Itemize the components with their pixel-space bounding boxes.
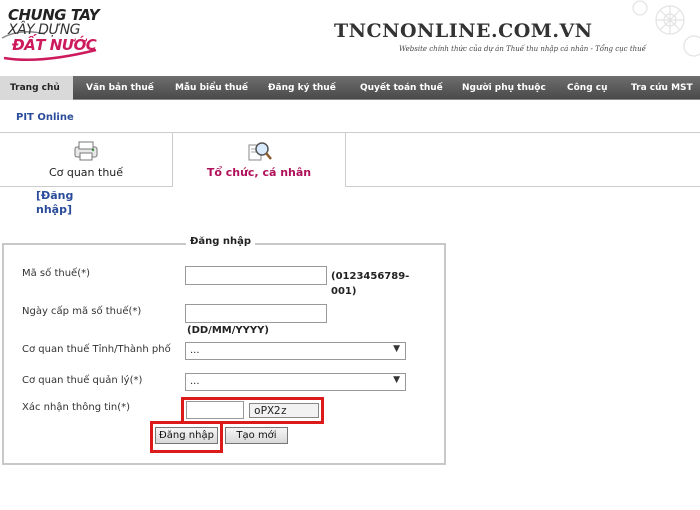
nav-item-tax-registration[interactable]: Đăng ký thuế (268, 76, 336, 100)
login-link[interactable]: [Đăng nhập] (36, 189, 86, 217)
province-tax-office-label: Cơ quan thuế Tỉnh/Thành phố (22, 344, 171, 355)
main-nav: Trang chủ Văn bản thuế Mẫu biểu thuế Đăn… (0, 76, 700, 100)
nav-item-dependents[interactable]: Người phụ thuộc (462, 76, 546, 100)
portal-tabs: Cơ quan thuế Tổ chức, cá nhân (0, 133, 700, 187)
managing-tax-office-value: ... (190, 376, 200, 387)
province-tax-office-value: ... (190, 345, 200, 356)
nav-item-tax-code-lookup[interactable]: Tra cứu MST (631, 76, 693, 100)
tax-code-input[interactable] (185, 266, 327, 285)
login-form-legend: Đăng nhập (186, 236, 256, 247)
captcha-label: Xác nhận thông tin(*) (22, 402, 131, 413)
flower-decoration-icon (632, 0, 700, 57)
managing-tax-office-select[interactable]: ... ▼ (185, 373, 406, 391)
login-button[interactable]: Đăng nhập (155, 427, 218, 444)
province-tax-office-select[interactable]: ... ▼ (185, 342, 406, 360)
organization-search-icon (248, 142, 272, 161)
issue-date-hint: (DD/MM/YYYY) (187, 325, 269, 336)
tab-organization-individual[interactable]: Tổ chức, cá nhân (172, 133, 346, 187)
reset-button[interactable]: Tạo mới (225, 427, 288, 444)
tab-tax-office[interactable]: Cơ quan thuế (0, 133, 172, 186)
nav-item-tax-forms[interactable]: Mẫu biểu thuế (175, 76, 248, 100)
tax-office-icon (74, 141, 98, 161)
nav-item-tax-documents[interactable]: Văn bản thuế (86, 76, 154, 100)
captcha-input[interactable] (186, 401, 244, 419)
captcha-code: oPX2z (249, 403, 319, 418)
managing-tax-office-label: Cơ quan thuế quản lý(*) (22, 375, 143, 386)
nav-item-home[interactable]: Trang chủ (0, 76, 73, 100)
nav-item-tools[interactable]: Công cụ (567, 76, 608, 100)
tax-code-hint: (0123456789-001) (331, 271, 410, 297)
dropdown-arrow-icon: ▼ (393, 375, 400, 385)
logo-line-3: ĐẤT NƯỚC (12, 36, 97, 54)
tab-organization-individual-label: Tổ chức, cá nhân (206, 166, 312, 179)
nav-item-tax-finalization[interactable]: Quyết toán thuế (360, 76, 443, 100)
breadcrumb-bar: PIT Online (0, 100, 700, 133)
tab-tax-office-label: Cơ quan thuế (48, 166, 124, 179)
site-subtitle: Website chính thức của dự án Thuế thu nh… (399, 45, 646, 53)
issue-date-input[interactable] (185, 304, 327, 323)
logo[interactable]: CHUNG TAY XÂY DỰNG ĐẤT NƯỚC (0, 4, 100, 66)
site-header: CHUNG TAY XÂY DỰNG ĐẤT NƯỚC TNCNONLINE.C… (0, 0, 700, 76)
dropdown-arrow-icon: ▼ (393, 344, 400, 354)
tax-code-label: Mã số thuế(*) (22, 268, 90, 279)
issue-date-label: Ngày cấp mã số thuế(*) (22, 306, 142, 317)
breadcrumb[interactable]: PIT Online (16, 112, 74, 123)
site-title: TNCNONLINE.COM.VN (334, 20, 593, 42)
